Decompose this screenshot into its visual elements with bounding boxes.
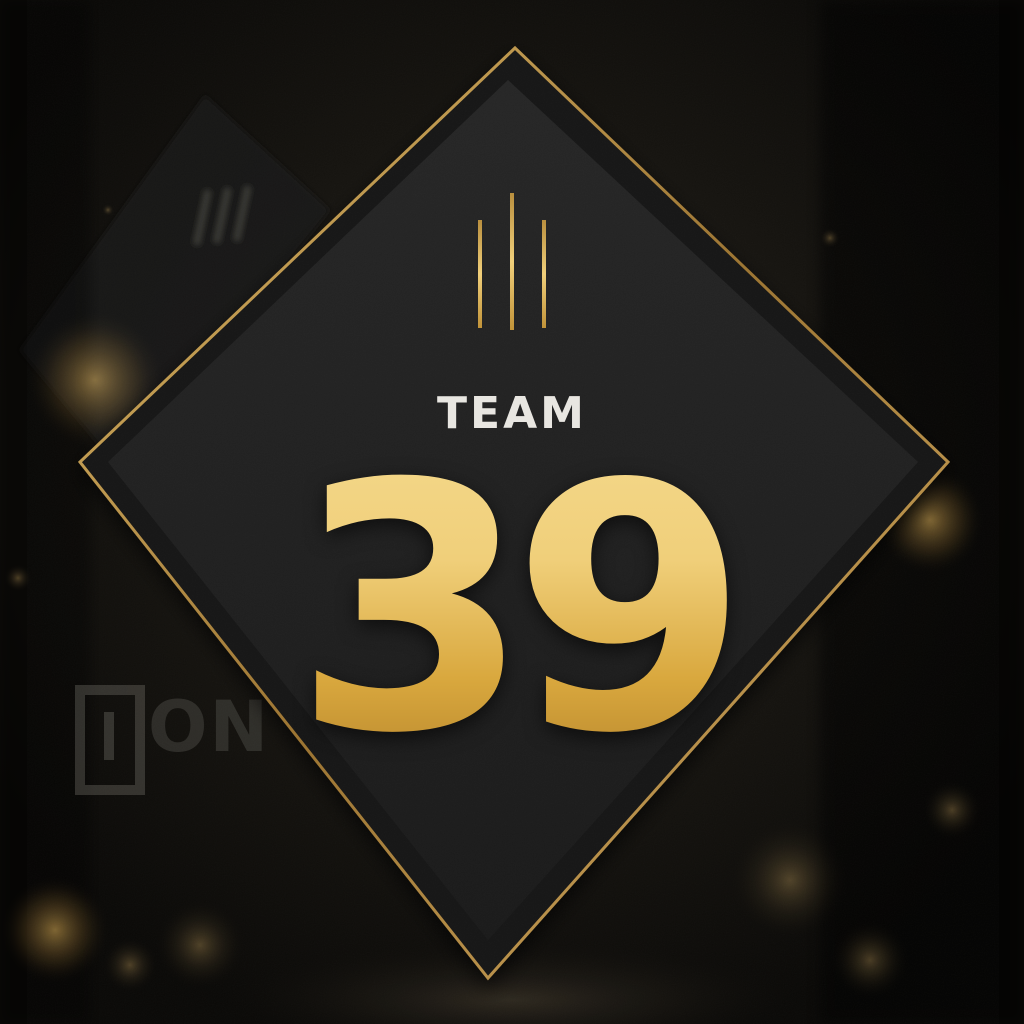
team-number: 39 (0, 440, 1024, 780)
poster-canvas: ON (0, 0, 1024, 1024)
